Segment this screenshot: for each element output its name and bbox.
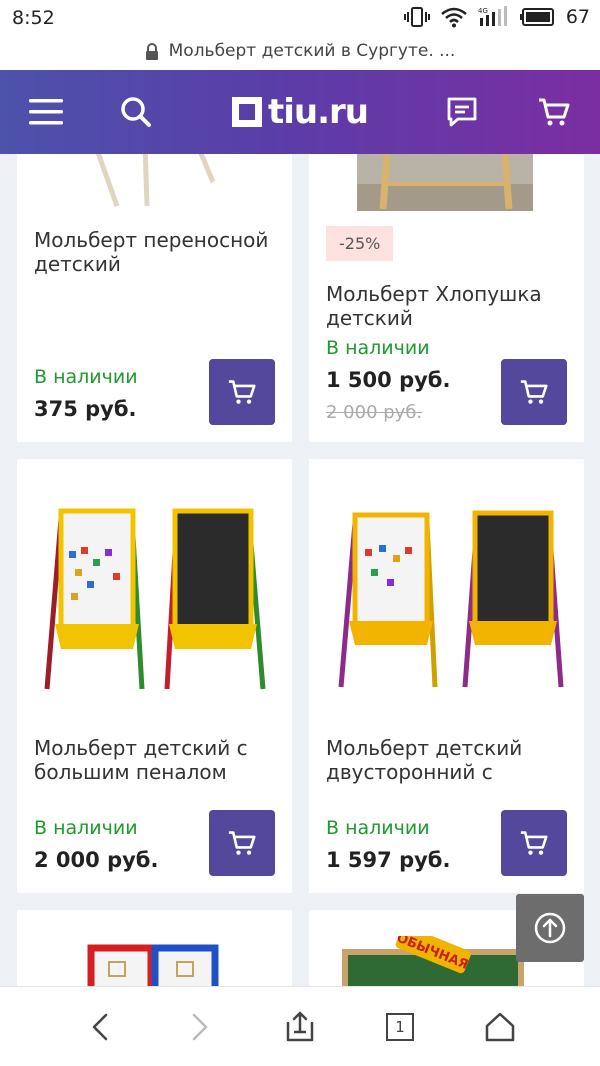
stock-status: В наличии bbox=[34, 817, 138, 839]
hamburger-icon bbox=[29, 99, 63, 125]
product-image[interactable] bbox=[309, 489, 584, 709]
cart-icon bbox=[520, 380, 548, 404]
forward-button[interactable] bbox=[178, 1005, 222, 1049]
chat-icon bbox=[447, 97, 477, 127]
status-bar: 8:52 4G 67 bbox=[0, 0, 600, 36]
cart-icon bbox=[520, 831, 548, 855]
easel-legs-image bbox=[95, 154, 216, 207]
arrow-up-circle-icon bbox=[534, 912, 566, 944]
menu-button[interactable] bbox=[22, 88, 70, 136]
home-icon bbox=[485, 1012, 515, 1042]
status-time: 8:52 bbox=[12, 7, 55, 29]
product-title[interactable]: Мольберт Хлопушка детский bbox=[326, 282, 574, 330]
vibrate-icon bbox=[403, 7, 430, 27]
product-price: 1 500 руб. bbox=[326, 368, 451, 392]
address-bar[interactable]: Мольберт детский в Сургуте. ... bbox=[0, 36, 600, 70]
easel-image bbox=[87, 944, 219, 986]
product-grid: Мольберт переносной детский В наличии 37… bbox=[0, 154, 600, 986]
site-logo[interactable]: tiu.ru bbox=[232, 92, 369, 132]
double-easel-image bbox=[338, 510, 564, 688]
product-card[interactable] bbox=[17, 910, 292, 986]
logo-square-icon bbox=[232, 97, 262, 127]
share-icon bbox=[286, 1011, 314, 1042]
easel-photo-image bbox=[357, 154, 533, 211]
browser-bottom-nav: 1 bbox=[0, 986, 600, 1066]
messages-button[interactable] bbox=[438, 88, 486, 136]
chevron-right-icon bbox=[192, 1013, 208, 1041]
product-card[interactable]: Мольберт детский двусторонний с В наличи… bbox=[309, 459, 584, 893]
product-card[interactable]: Мольберт переносной детский В наличии 37… bbox=[17, 154, 292, 442]
network-type-label: 4G bbox=[478, 7, 488, 15]
product-title[interactable]: Мольберт детский двусторонний с bbox=[326, 736, 574, 784]
add-to-cart-button[interactable] bbox=[501, 359, 567, 425]
product-title[interactable]: Мольберт переносной детский bbox=[34, 228, 282, 276]
share-button[interactable] bbox=[278, 1005, 322, 1049]
stock-status: В наличии bbox=[326, 817, 430, 839]
product-image[interactable] bbox=[309, 154, 584, 211]
product-card[interactable]: Мольберт детский с большим пеналом В нал… bbox=[17, 459, 292, 893]
stock-status: В наличии bbox=[34, 366, 138, 388]
product-price: 375 руб. bbox=[34, 397, 137, 421]
add-to-cart-button[interactable] bbox=[209, 359, 275, 425]
add-to-cart-button[interactable] bbox=[209, 810, 275, 876]
product-image[interactable] bbox=[17, 154, 292, 209]
logo-text: tiu.ru bbox=[268, 92, 369, 132]
old-price: 2 000 руб. bbox=[326, 402, 423, 423]
chevron-left-icon bbox=[92, 1013, 108, 1041]
tab-count: 1 bbox=[386, 1013, 414, 1041]
tabs-button[interactable]: 1 bbox=[378, 1005, 422, 1049]
stock-status: В наличии bbox=[326, 337, 430, 359]
wifi-icon bbox=[441, 7, 467, 28]
product-card[interactable]: -25% Мольберт Хлопушка детский В наличии… bbox=[309, 154, 584, 442]
header-cart-button[interactable] bbox=[530, 88, 578, 136]
page-url-title: Мольберт детский в Сургуте. ... bbox=[168, 41, 456, 61]
site-header: tiu.ru bbox=[0, 70, 600, 154]
product-price: 2 000 руб. bbox=[34, 848, 159, 872]
cart-icon bbox=[539, 98, 570, 126]
double-easel-image bbox=[44, 508, 266, 690]
signal-icon: 4G bbox=[478, 6, 507, 26]
discount-badge: -25% bbox=[326, 226, 394, 261]
home-button[interactable] bbox=[478, 1005, 522, 1049]
scroll-to-top-button[interactable] bbox=[516, 894, 584, 962]
product-price: 1 597 руб. bbox=[326, 848, 451, 872]
battery-icon bbox=[519, 8, 554, 26]
search-icon bbox=[121, 97, 151, 127]
product-image[interactable] bbox=[17, 940, 292, 986]
add-to-cart-button[interactable] bbox=[501, 810, 567, 876]
lock-icon bbox=[145, 42, 158, 60]
cart-icon bbox=[228, 831, 256, 855]
product-title[interactable]: Мольберт детский с большим пеналом bbox=[34, 736, 282, 784]
product-image[interactable] bbox=[17, 489, 292, 709]
cart-icon bbox=[228, 380, 256, 404]
battery-level: 67 bbox=[565, 6, 590, 28]
back-button[interactable] bbox=[78, 1005, 122, 1049]
search-button[interactable] bbox=[112, 88, 160, 136]
